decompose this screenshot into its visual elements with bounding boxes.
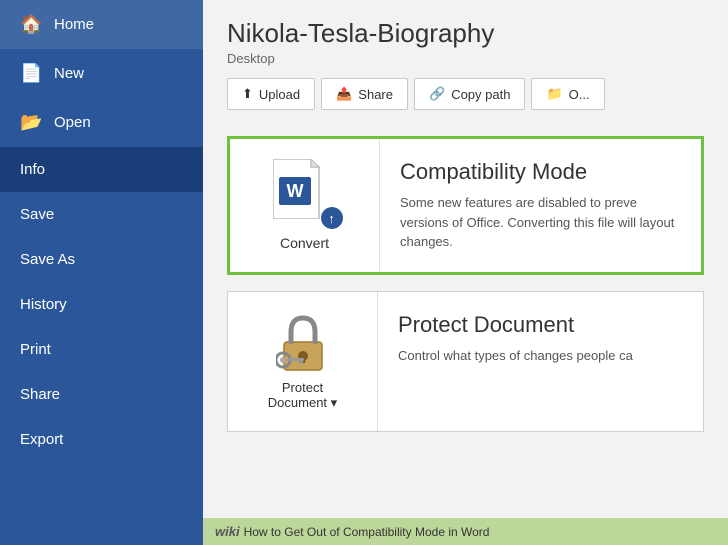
- sidebar-item-label: New: [54, 65, 84, 82]
- sidebar-item-share[interactable]: Share: [0, 372, 203, 417]
- action-buttons: ⬆ Upload 📤 Share 🔗 Copy path 📁 O...: [227, 78, 704, 110]
- document-title: Nikola-Tesla-Biography: [227, 18, 704, 49]
- wiki-logo: wiki: [215, 524, 240, 539]
- open-button[interactable]: 📁 O...: [531, 78, 604, 110]
- sidebar-item-label: Open: [54, 114, 91, 131]
- sidebar-item-label: Save: [20, 206, 54, 223]
- protect-card: Protect Document ▾ Protect Document Cont…: [227, 291, 704, 432]
- compatibility-card: W ↑ Convert Compatibility Mode Some new …: [227, 136, 704, 275]
- footer-watermark: wiki How to Get Out of Compatibility Mod…: [203, 518, 728, 545]
- word-doc-icon: W: [273, 159, 325, 219]
- new-doc-icon: 📄: [20, 63, 42, 84]
- protect-icon-area: Protect Document ▾: [228, 292, 378, 431]
- share-button[interactable]: 📤 Share: [321, 78, 408, 110]
- protect-title: Protect Document: [398, 312, 683, 338]
- sidebar-item-label: History: [20, 296, 67, 313]
- sidebar-item-label: Export: [20, 431, 63, 448]
- copy-path-button[interactable]: 🔗 Copy path: [414, 78, 525, 110]
- protect-description: Control what types of changes people ca: [398, 346, 683, 366]
- protect-document-button[interactable]: Protect Document ▾: [268, 380, 337, 411]
- sidebar-item-print[interactable]: Print: [0, 327, 203, 372]
- document-location: Desktop: [227, 51, 704, 66]
- convert-icon-area: W ↑ Convert: [230, 139, 380, 271]
- share-icon: 📤: [336, 86, 352, 102]
- content-area: W ↑ Convert Compatibility Mode Some new …: [203, 120, 728, 448]
- svg-text:W: W: [286, 181, 303, 201]
- convert-arrow-badge: ↑: [321, 207, 343, 229]
- sidebar-item-info[interactable]: Info: [0, 147, 203, 192]
- document-header: Nikola-Tesla-Biography Desktop ⬆ Upload …: [203, 0, 728, 120]
- compatibility-description: Some new features are disabled to preve …: [400, 193, 681, 252]
- footer-text: How to Get Out of Compatibility Mode in …: [244, 525, 490, 539]
- sidebar-item-new[interactable]: 📄 New: [0, 49, 203, 98]
- home-icon: 🏠: [20, 14, 42, 35]
- sidebar-item-save[interactable]: Save: [0, 192, 203, 237]
- sidebar-item-home[interactable]: 🏠 Home: [0, 0, 203, 49]
- sidebar-item-label: Info: [20, 161, 45, 178]
- sidebar-item-saveas[interactable]: Save As: [0, 237, 203, 282]
- link-icon: 🔗: [429, 86, 445, 102]
- sidebar-item-export[interactable]: Export: [0, 417, 203, 462]
- open-icon: 📂: [20, 112, 42, 133]
- sidebar-item-open[interactable]: 📂 Open: [0, 98, 203, 147]
- upload-icon: ⬆: [242, 86, 253, 102]
- sidebar-item-label: Home: [54, 16, 94, 33]
- upload-button[interactable]: ⬆ Upload: [227, 78, 315, 110]
- main-content: Nikola-Tesla-Biography Desktop ⬆ Upload …: [203, 0, 728, 545]
- lock-icon: [276, 312, 330, 374]
- sidebar-item-label: Save As: [20, 251, 75, 268]
- sidebar: 🏠 Home 📄 New 📂 Open Info Save Save As Hi…: [0, 0, 203, 545]
- convert-label: Convert: [280, 235, 329, 251]
- compatibility-title: Compatibility Mode: [400, 159, 681, 185]
- compatibility-text-area: Compatibility Mode Some new features are…: [380, 139, 701, 272]
- folder-icon: 📁: [546, 86, 562, 102]
- sidebar-item-label: Print: [20, 341, 51, 358]
- sidebar-item-label: Share: [20, 386, 60, 403]
- sidebar-item-history[interactable]: History: [0, 282, 203, 327]
- protect-text-area: Protect Document Control what types of c…: [378, 292, 703, 386]
